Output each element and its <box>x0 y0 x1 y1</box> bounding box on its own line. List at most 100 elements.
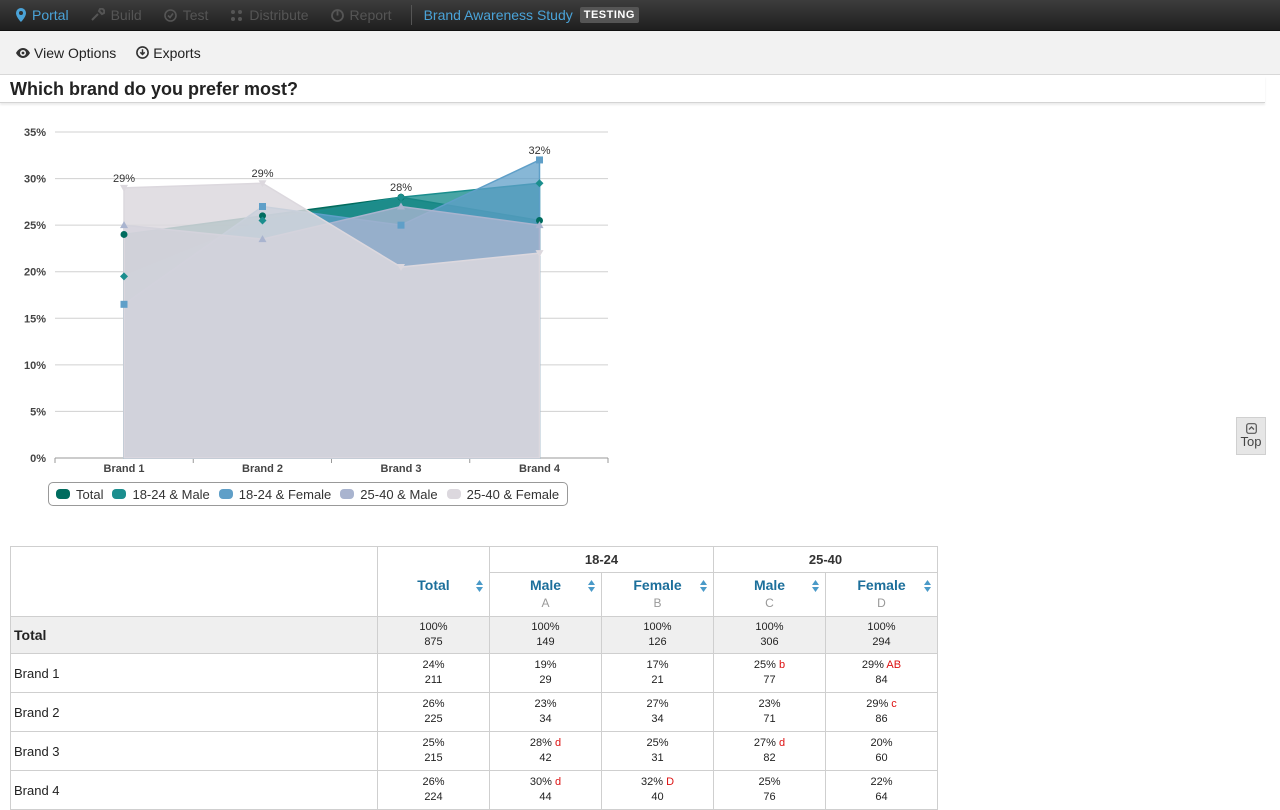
significance-marker: b <box>778 659 786 671</box>
sort-icon[interactable] <box>924 580 931 592</box>
sort-icon[interactable] <box>700 580 707 592</box>
cell-percent: 100% <box>643 621 672 633</box>
legend-swatch <box>446 489 461 499</box>
table-cell: 100% 875 <box>377 616 490 654</box>
cell-count: 875 <box>424 636 443 648</box>
study-title[interactable]: Brand Awareness Study <box>424 7 573 23</box>
cell-percent: 27% <box>753 737 776 749</box>
row-label: Brand 4 <box>10 770 378 810</box>
nav-build[interactable]: Build <box>80 0 153 31</box>
col-header-b[interactable]: Female B <box>601 572 714 617</box>
col-header-d[interactable]: Female D <box>825 572 938 617</box>
check-circle-icon <box>163 8 177 22</box>
significance-marker: d <box>554 776 562 788</box>
cell-count: 71 <box>763 713 776 725</box>
table-corner <box>10 546 378 617</box>
col-letter: B <box>653 596 662 610</box>
cell-count: 306 <box>760 636 779 648</box>
table-cell: 23% 71 <box>713 692 826 732</box>
sort-icon[interactable] <box>812 580 819 592</box>
table-row: Brand 2 26% 225 23% 34 27% 34 23% 71 29% c 86 <box>10 692 938 732</box>
cell-percent: 100% <box>419 621 448 633</box>
table-cell: 20% 60 <box>825 731 938 771</box>
legend-swatch <box>112 489 127 499</box>
table-row: Total 100% 875 100% 149 100% 126 100% 306 100% 294 <box>10 616 938 654</box>
row-label: Brand 3 <box>10 731 378 771</box>
cell-count: 84 <box>875 674 888 686</box>
col-letter: D <box>877 596 886 610</box>
exports-button[interactable]: Exports <box>136 45 201 61</box>
top-nav-bar: Portal Build Test Distribute Report Bran… <box>0 0 1280 31</box>
col-header-label: Female <box>633 577 682 593</box>
map-pin-icon <box>16 8 26 22</box>
table-row: Brand 4 26% 224 30% d 44 32% D 40 25% 76 22% 64 <box>10 770 938 810</box>
cell-count: 225 <box>424 713 443 725</box>
table-cell: 26% 224 <box>377 770 490 810</box>
y-tick-label: 0% <box>30 453 46 465</box>
download-circle-icon <box>136 46 150 59</box>
legend-item[interactable]: 25-40 & Male <box>340 486 438 502</box>
table-cell: 27% d 82 <box>713 731 826 771</box>
col-header-label: Total <box>417 577 450 593</box>
col-header-label: Male <box>753 577 786 593</box>
cell-count: 34 <box>539 713 552 725</box>
legend-swatch <box>340 489 355 499</box>
y-tick-label: 35% <box>24 127 46 139</box>
cell-percent: 32% <box>640 776 663 788</box>
pie-chart-icon <box>330 8 344 22</box>
y-tick-label: 10% <box>24 360 46 372</box>
col-header-total[interactable]: Total <box>377 546 490 617</box>
significance-marker: d <box>554 737 562 749</box>
table-cell: 100% 306 <box>713 616 826 654</box>
data-point <box>120 230 128 238</box>
legend-swatch <box>56 489 70 499</box>
table-cell: 17% 21 <box>601 653 714 693</box>
col-header-a[interactable]: Male A <box>489 572 602 617</box>
sort-icon[interactable] <box>588 580 595 592</box>
wrench-icon <box>90 8 105 21</box>
significance-marker: d <box>778 737 786 749</box>
cell-percent: 24% <box>422 659 445 671</box>
nav-test-label: Test <box>182 7 209 23</box>
table-cell: 100% 126 <box>601 616 714 654</box>
cell-count: 29 <box>539 674 552 686</box>
legend-item[interactable]: 18-24 & Female <box>218 487 331 502</box>
cell-percent: 27% <box>646 698 669 710</box>
table-cell: 30% d 44 <box>489 770 602 810</box>
table-cell: 25% b 77 <box>713 653 826 693</box>
cell-count: 215 <box>424 752 443 764</box>
nav-portal[interactable]: Portal <box>0 0 80 31</box>
col-letter: A <box>541 596 550 610</box>
cell-count: 294 <box>872 636 891 648</box>
cell-percent: 20% <box>870 737 893 749</box>
group-header-18-24: 18-24 <box>489 546 714 573</box>
legend-label: 18-24 & Male <box>132 486 210 502</box>
scroll-top-button[interactable]: Top <box>1236 417 1266 455</box>
legend-label: 25-40 & Male <box>360 486 438 502</box>
legend-item[interactable]: Total <box>56 487 103 502</box>
cell-percent: 30% <box>529 776 552 788</box>
col-letter: C <box>765 596 774 610</box>
y-tick-label: 25% <box>24 220 46 232</box>
arrow-up-box-icon <box>1245 423 1257 434</box>
legend-item[interactable]: 18-24 & Male <box>112 486 210 502</box>
share-icon <box>231 9 243 21</box>
cell-percent: 26% <box>422 698 445 710</box>
cell-percent: 25% <box>422 737 445 749</box>
nav-report[interactable]: Report <box>320 0 403 31</box>
data-label: 28% <box>390 182 412 194</box>
cell-count: 211 <box>424 674 443 686</box>
view-options-label: View Options <box>34 44 117 61</box>
table-cell: 22% 64 <box>825 770 938 810</box>
view-options-button[interactable]: View Options <box>16 45 116 61</box>
cell-percent: 19% <box>534 659 557 671</box>
nav-distribute[interactable]: Distribute <box>219 0 319 31</box>
col-header-c[interactable]: Male C <box>713 572 826 617</box>
sort-icon[interactable] <box>476 580 483 592</box>
legend-item[interactable]: 25-40 & Female <box>446 487 559 502</box>
row-label: Brand 2 <box>10 692 378 732</box>
nav-test[interactable]: Test <box>153 0 220 31</box>
data-point <box>120 300 128 308</box>
cell-percent: 28% <box>529 737 552 749</box>
crosstab-table: Total 18-24 25-40 Male A Female B Male C Femal… <box>10 546 938 810</box>
